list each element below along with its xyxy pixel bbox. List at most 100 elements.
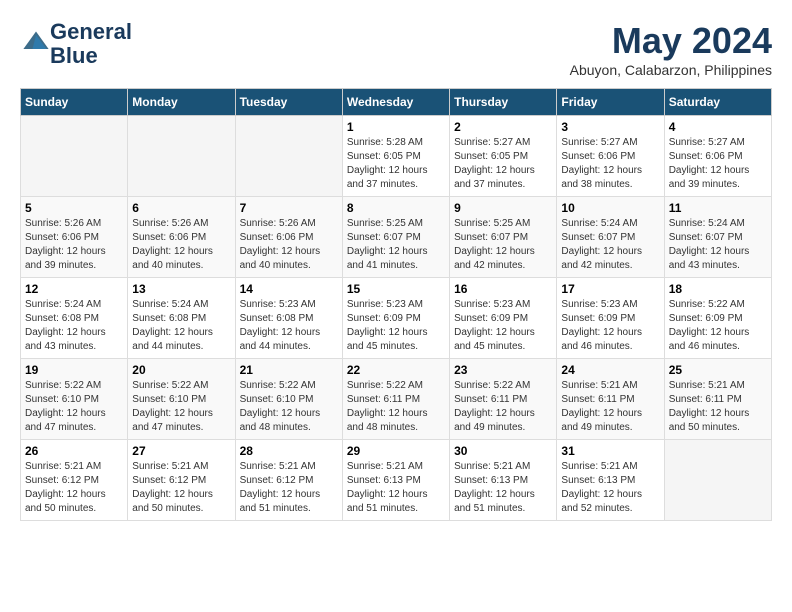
- day-info: Sunrise: 5:23 AM Sunset: 6:09 PM Dayligh…: [561, 298, 659, 354]
- calendar-cell: 4 Sunrise: 5:27 AM Sunset: 6:06 PM Daylig…: [664, 116, 771, 197]
- calendar-cell: 29 Sunrise: 5:21 AM Sunset: 6:13 PM Dayli…: [342, 440, 449, 521]
- day-info: Sunrise: 5:26 AM Sunset: 6:06 PM Dayligh…: [25, 217, 123, 273]
- column-header-wednesday: Wednesday: [342, 89, 449, 116]
- calendar-cell: 21 Sunrise: 5:22 AM Sunset: 6:10 PM Dayli…: [235, 359, 342, 440]
- calendar-cell: 25 Sunrise: 5:21 AM Sunset: 6:11 PM Dayli…: [664, 359, 771, 440]
- day-info: Sunrise: 5:22 AM Sunset: 6:09 PM Dayligh…: [669, 298, 767, 354]
- day-info: Sunrise: 5:22 AM Sunset: 6:10 PM Dayligh…: [240, 379, 338, 435]
- column-header-saturday: Saturday: [664, 89, 771, 116]
- column-header-thursday: Thursday: [450, 89, 557, 116]
- calendar-cell: 1Sunrise: 5:28 AM Sunset: 6:05 PM Daylig…: [342, 116, 449, 197]
- day-info: Sunrise: 5:23 AM Sunset: 6:09 PM Dayligh…: [347, 298, 445, 354]
- logo-icon: [22, 28, 50, 56]
- calendar-table: SundayMondayTuesdayWednesdayThursdayFrid…: [20, 88, 772, 521]
- calendar-cell: 13Sunrise: 5:24 AM Sunset: 6:08 PM Dayli…: [128, 278, 235, 359]
- day-info: Sunrise: 5:28 AM Sunset: 6:05 PM Dayligh…: [347, 136, 445, 192]
- day-info: Sunrise: 5:22 AM Sunset: 6:11 PM Dayligh…: [454, 379, 552, 435]
- day-info: Sunrise: 5:27 AM Sunset: 6:06 PM Dayligh…: [669, 136, 767, 192]
- calendar-cell: 26 Sunrise: 5:21 AM Sunset: 6:12 PM Dayli…: [21, 440, 128, 521]
- day-number: 9: [454, 201, 552, 215]
- day-number: 28: [240, 444, 338, 458]
- calendar-cell: 23 Sunrise: 5:22 AM Sunset: 6:11 PM Dayli…: [450, 359, 557, 440]
- day-info: Sunrise: 5:21 AM Sunset: 6:13 PM Dayligh…: [347, 460, 445, 516]
- calendar-cell: 28Sunrise: 5:21 AM Sunset: 6:12 PM Dayli…: [235, 440, 342, 521]
- calendar-week-row: 1Sunrise: 5:28 AM Sunset: 6:05 PM Daylig…: [21, 116, 772, 197]
- calendar-cell: 7 Sunrise: 5:26 AM Sunset: 6:06 PM Daylig…: [235, 197, 342, 278]
- day-info: Sunrise: 5:25 AM Sunset: 6:07 PM Dayligh…: [347, 217, 445, 273]
- calendar-cell: [664, 440, 771, 521]
- calendar-week-row: 26 Sunrise: 5:21 AM Sunset: 6:12 PM Dayli…: [21, 440, 772, 521]
- calendar-cell: 18Sunrise: 5:22 AM Sunset: 6:09 PM Dayli…: [664, 278, 771, 359]
- day-info: Sunrise: 5:22 AM Sunset: 6:10 PM Dayligh…: [132, 379, 230, 435]
- day-number: 6: [132, 201, 230, 215]
- day-number: 4: [669, 120, 767, 134]
- day-info: Sunrise: 5:21 AM Sunset: 6:13 PM Dayligh…: [454, 460, 552, 516]
- day-info: Sunrise: 5:23 AM Sunset: 6:08 PM Dayligh…: [240, 298, 338, 354]
- day-number: 15: [347, 282, 445, 296]
- calendar-week-row: 5 Sunrise: 5:26 AM Sunset: 6:06 PM Daylig…: [21, 197, 772, 278]
- calendar-cell: 22Sunrise: 5:22 AM Sunset: 6:11 PM Dayli…: [342, 359, 449, 440]
- day-number: 22: [347, 363, 445, 377]
- calendar-cell: 5 Sunrise: 5:26 AM Sunset: 6:06 PM Daylig…: [21, 197, 128, 278]
- day-number: 31: [561, 444, 659, 458]
- calendar-cell: 19 Sunrise: 5:22 AM Sunset: 6:10 PM Dayli…: [21, 359, 128, 440]
- day-info: Sunrise: 5:21 AM Sunset: 6:12 PM Dayligh…: [25, 460, 123, 516]
- day-number: 25: [669, 363, 767, 377]
- calendar-cell: 6 Sunrise: 5:26 AM Sunset: 6:06 PM Daylig…: [128, 197, 235, 278]
- calendar-cell: 8 Sunrise: 5:25 AM Sunset: 6:07 PM Daylig…: [342, 197, 449, 278]
- day-number: 7: [240, 201, 338, 215]
- calendar-week-row: 12 Sunrise: 5:24 AM Sunset: 6:08 PM Dayli…: [21, 278, 772, 359]
- page-header: General Blue May 2024 Abuyon, Calabarzon…: [20, 20, 772, 78]
- day-number: 5: [25, 201, 123, 215]
- day-number: 19: [25, 363, 123, 377]
- day-info: Sunrise: 5:24 AM Sunset: 6:08 PM Dayligh…: [25, 298, 123, 354]
- calendar-cell: 2 Sunrise: 5:27 AM Sunset: 6:05 PM Daylig…: [450, 116, 557, 197]
- day-number: 12: [25, 282, 123, 296]
- day-number: 2: [454, 120, 552, 134]
- day-info: Sunrise: 5:26 AM Sunset: 6:06 PM Dayligh…: [132, 217, 230, 273]
- day-number: 23: [454, 363, 552, 377]
- day-info: Sunrise: 5:27 AM Sunset: 6:06 PM Dayligh…: [561, 136, 659, 192]
- calendar-cell: 12 Sunrise: 5:24 AM Sunset: 6:08 PM Dayli…: [21, 278, 128, 359]
- day-number: 26: [25, 444, 123, 458]
- day-info: Sunrise: 5:24 AM Sunset: 6:07 PM Dayligh…: [561, 217, 659, 273]
- day-info: Sunrise: 5:21 AM Sunset: 6:12 PM Dayligh…: [132, 460, 230, 516]
- day-number: 11: [669, 201, 767, 215]
- calendar-cell: [235, 116, 342, 197]
- day-info: Sunrise: 5:27 AM Sunset: 6:05 PM Dayligh…: [454, 136, 552, 192]
- day-number: 24: [561, 363, 659, 377]
- calendar-cell: 10 Sunrise: 5:24 AM Sunset: 6:07 PM Dayli…: [557, 197, 664, 278]
- title-block: May 2024 Abuyon, Calabarzon, Philippines: [570, 20, 772, 78]
- day-info: Sunrise: 5:26 AM Sunset: 6:06 PM Dayligh…: [240, 217, 338, 273]
- calendar-cell: 9 Sunrise: 5:25 AM Sunset: 6:07 PM Daylig…: [450, 197, 557, 278]
- day-number: 27: [132, 444, 230, 458]
- day-info: Sunrise: 5:23 AM Sunset: 6:09 PM Dayligh…: [454, 298, 552, 354]
- day-number: 29: [347, 444, 445, 458]
- logo-text: General Blue: [50, 20, 132, 68]
- calendar-cell: [128, 116, 235, 197]
- calendar-cell: 17Sunrise: 5:23 AM Sunset: 6:09 PM Dayli…: [557, 278, 664, 359]
- day-number: 21: [240, 363, 338, 377]
- day-info: Sunrise: 5:25 AM Sunset: 6:07 PM Dayligh…: [454, 217, 552, 273]
- day-number: 13: [132, 282, 230, 296]
- column-header-sunday: Sunday: [21, 89, 128, 116]
- calendar-cell: 15 Sunrise: 5:23 AM Sunset: 6:09 PM Dayli…: [342, 278, 449, 359]
- calendar-cell: [21, 116, 128, 197]
- column-header-tuesday: Tuesday: [235, 89, 342, 116]
- calendar-header-row: SundayMondayTuesdayWednesdayThursdayFrid…: [21, 89, 772, 116]
- day-number: 30: [454, 444, 552, 458]
- calendar-cell: 11Sunrise: 5:24 AM Sunset: 6:07 PM Dayli…: [664, 197, 771, 278]
- day-number: 3: [561, 120, 659, 134]
- column-header-friday: Friday: [557, 89, 664, 116]
- calendar-cell: 27 Sunrise: 5:21 AM Sunset: 6:12 PM Dayli…: [128, 440, 235, 521]
- day-info: Sunrise: 5:22 AM Sunset: 6:10 PM Dayligh…: [25, 379, 123, 435]
- column-header-monday: Monday: [128, 89, 235, 116]
- day-number: 10: [561, 201, 659, 215]
- calendar-cell: 31 Sunrise: 5:21 AM Sunset: 6:13 PM Dayli…: [557, 440, 664, 521]
- day-number: 8: [347, 201, 445, 215]
- day-info: Sunrise: 5:21 AM Sunset: 6:11 PM Dayligh…: [669, 379, 767, 435]
- day-number: 20: [132, 363, 230, 377]
- day-info: Sunrise: 5:21 AM Sunset: 6:13 PM Dayligh…: [561, 460, 659, 516]
- calendar-cell: 3 Sunrise: 5:27 AM Sunset: 6:06 PM Daylig…: [557, 116, 664, 197]
- calendar-cell: 20 Sunrise: 5:22 AM Sunset: 6:10 PM Dayli…: [128, 359, 235, 440]
